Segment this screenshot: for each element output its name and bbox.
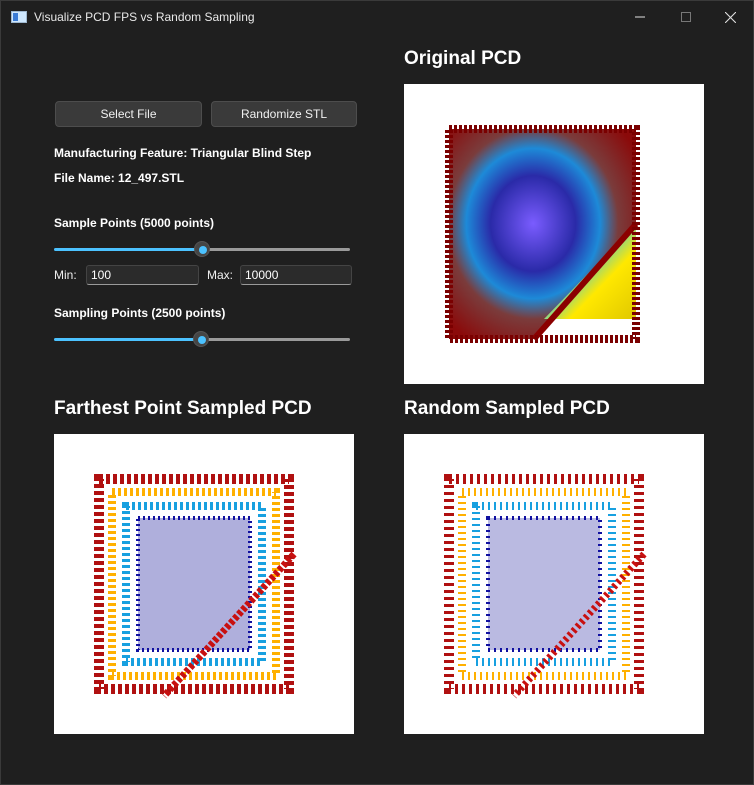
sample-points-label: Sample Points (5000 points) <box>54 216 215 230</box>
min-input[interactable]: 100 <box>86 265 199 285</box>
randomize-stl-button[interactable]: Randomize STL <box>211 101 357 127</box>
slider-fill <box>54 338 201 341</box>
sample-points-slider[interactable] <box>54 241 350 257</box>
close-icon <box>724 11 736 23</box>
title-bar[interactable]: Visualize PCD FPS vs Random Sampling <box>1 1 753 33</box>
max-label: Max: <box>207 268 234 282</box>
random-pcd-title: Random Sampled PCD <box>404 398 610 419</box>
random-pcd-view[interactable] <box>404 434 704 734</box>
fps-pcd-title: Farthest Point Sampled PCD <box>54 398 312 419</box>
app-icon <box>11 11 27 23</box>
minimize-icon <box>635 16 645 18</box>
original-pcd-title: Original PCD <box>404 48 522 69</box>
original-pcd-view[interactable] <box>404 84 704 384</box>
sampling-points-slider[interactable] <box>54 331 350 347</box>
window-title: Visualize PCD FPS vs Random Sampling <box>34 10 255 24</box>
app-window: Visualize PCD FPS vs Random Sampling Sel… <box>0 0 754 785</box>
maximize-icon <box>681 12 691 22</box>
sampling-points-label: Sampling Points (2500 points) <box>54 306 226 320</box>
slider-thumb[interactable] <box>193 331 209 347</box>
slider-thumb[interactable] <box>194 241 210 257</box>
slider-track <box>201 338 350 341</box>
maximize-button[interactable] <box>663 1 709 33</box>
manufacturing-feature-label: Manufacturing Feature: Triangular Blind … <box>54 146 312 160</box>
file-name-label: File Name: 12_497.STL <box>54 171 185 185</box>
minimize-button[interactable] <box>617 1 663 33</box>
slider-track <box>202 248 350 251</box>
min-label: Min: <box>54 268 77 282</box>
select-file-button[interactable]: Select File <box>55 101 202 127</box>
fps-pcd-view[interactable] <box>54 434 354 734</box>
main-content: Select File Randomize STL Manufacturing … <box>1 33 753 784</box>
slider-fill <box>54 248 202 251</box>
max-input[interactable]: 10000 <box>240 265 352 285</box>
random-pcd-plot <box>444 474 647 699</box>
close-button[interactable] <box>707 1 753 33</box>
original-pcd-plot <box>445 125 640 343</box>
fps-pcd-plot <box>94 474 297 699</box>
